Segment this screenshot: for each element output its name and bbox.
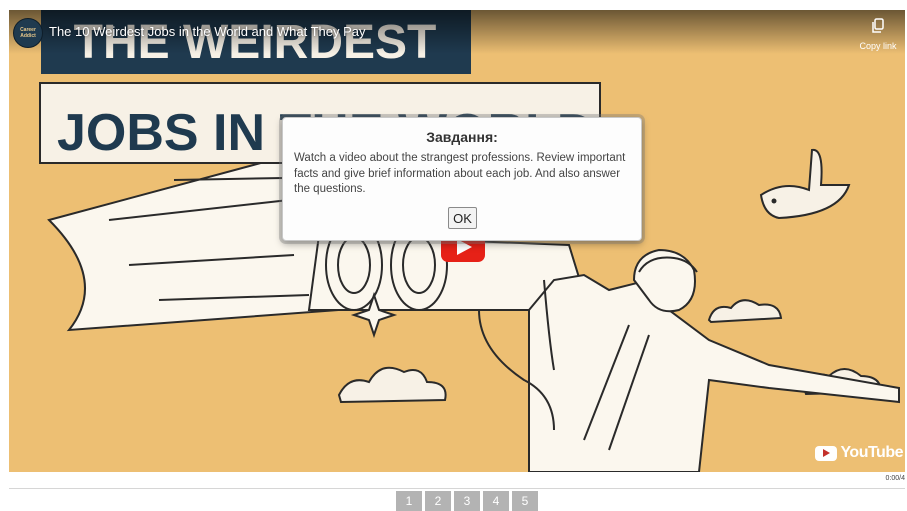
- dialog-body: Watch a video about the strangest profes…: [294, 152, 626, 195]
- video-title[interactable]: The 10 Weirdest Jobs in the World and Wh…: [49, 24, 366, 39]
- task-dialog: Завдання: Watch a video about the strang…: [282, 117, 642, 241]
- youtube-logo-text: YouTube: [840, 444, 903, 461]
- copy-link-button[interactable]: Copy link: [855, 18, 901, 51]
- pagination: 1 2 3 4 5: [396, 491, 538, 511]
- player-top-bar: Career Addict The 10 Weirdest Jobs in th…: [9, 10, 905, 54]
- channel-avatar[interactable]: Career Addict: [13, 18, 43, 48]
- ok-button[interactable]: OK: [448, 207, 477, 229]
- player-progress-strip[interactable]: 0:00/4: [9, 472, 905, 489]
- page-button-2[interactable]: 2: [425, 491, 451, 511]
- dialog-title: Завдання:: [426, 129, 498, 145]
- page-button-4[interactable]: 4: [483, 491, 509, 511]
- page-button-5[interactable]: 5: [512, 491, 538, 511]
- youtube-logo[interactable]: YouTube: [815, 444, 903, 462]
- video-player[interactable]: THE WEIRDEST JOBS IN THE WORLD Career Ad…: [9, 10, 905, 472]
- youtube-logo-icon: [815, 445, 838, 461]
- copy-link-label: Copy link: [859, 41, 897, 51]
- copy-icon: [872, 18, 884, 33]
- page-button-1[interactable]: 1: [396, 491, 422, 511]
- video-thumbnail: THE WEIRDEST JOBS IN THE WORLD: [9, 10, 905, 472]
- time-display: 0:00/4: [885, 475, 905, 482]
- page-button-3[interactable]: 3: [454, 491, 480, 511]
